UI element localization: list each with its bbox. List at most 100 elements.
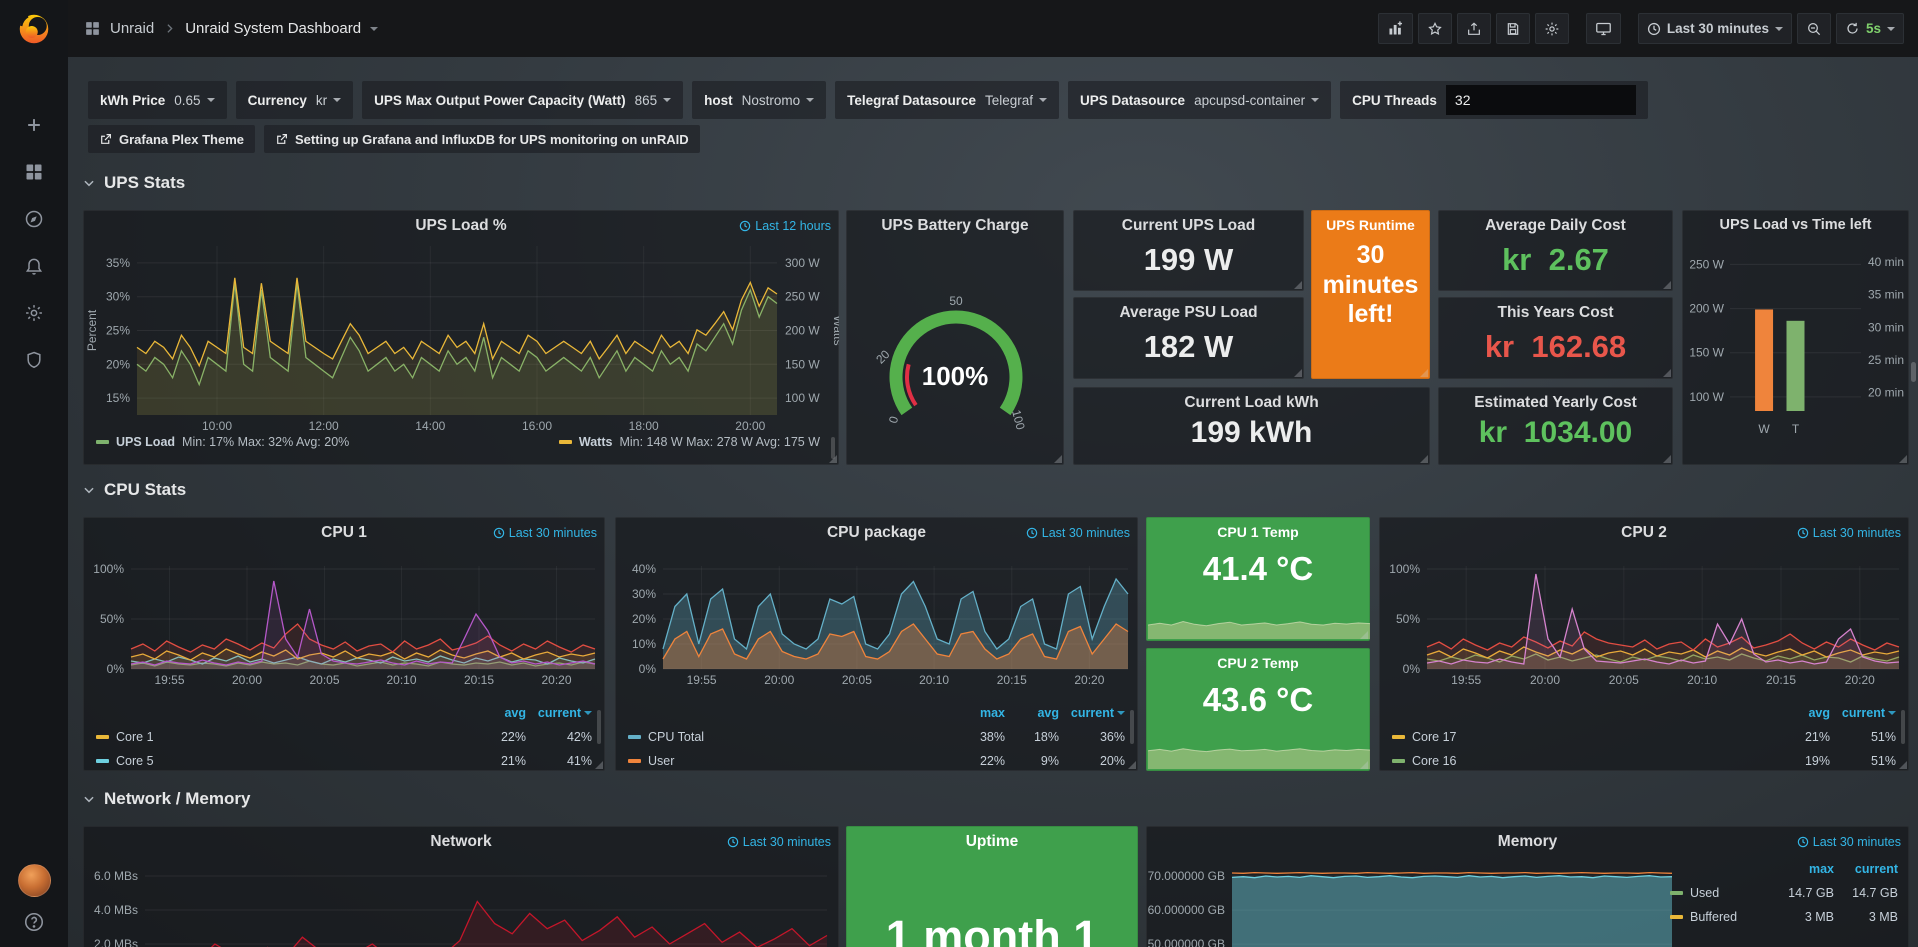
chevron-down-icon[interactable] [370,27,378,31]
resize-handle[interactable] [1663,281,1671,289]
save-button[interactable] [1496,13,1530,44]
resize-handle[interactable] [1360,631,1368,639]
grafana-logo[interactable] [0,0,68,57]
variable-currency[interactable]: Currency kr [236,81,354,119]
legend-sort-current[interactable]: current [1830,706,1896,720]
ups-load-vs-time-chart[interactable]: 100 W150 W200 W250 W20 min25 min30 min35… [1684,239,1909,449]
legend-scrollbar[interactable] [1130,710,1134,744]
breadcrumb-app[interactable]: Unraid [110,20,154,37]
network-chart[interactable]: 2.0 MBs4.0 MBs6.0 MBs [85,855,839,947]
variable-kwh-price[interactable]: kWh Price 0.65 [88,81,227,119]
panel-title[interactable]: Average Daily Cost [1465,217,1646,235]
cpu-package-chart[interactable]: 19:5520:0020:0520:1020:1520:200%10%20%30… [617,546,1138,706]
link-ups-monitoring-guide[interactable]: Setting up Grafana and InfluxDB for UPS … [264,125,700,153]
resize-handle[interactable] [1663,455,1671,463]
cpu2-chart[interactable]: 19:5520:0020:0520:1020:1520:200%50%100% [1381,546,1909,706]
legend-sort-avg[interactable]: avg [1005,706,1059,720]
legend-sort-avg[interactable]: avg [468,706,526,720]
resize-handle[interactable] [829,455,837,463]
panel-time-range[interactable]: Last 30 minutes [1797,835,1901,849]
chevron-down-icon[interactable] [1887,27,1895,31]
resize-handle[interactable] [595,761,603,769]
resize-handle[interactable] [1420,369,1428,377]
legend-item[interactable]: Used [1670,886,1772,900]
legend-item[interactable]: Buffered [1670,910,1772,924]
legend-scrollbar[interactable] [597,710,601,744]
panel-title[interactable]: UPS Runtime [1318,217,1423,233]
sidebar-item-configuration[interactable] [0,289,68,336]
panel-title[interactable]: Uptime [853,833,1131,851]
section-network-memory[interactable]: Network / Memory [82,789,250,809]
legend-sort-avg[interactable]: avg [1772,706,1830,720]
variable-ups-datasource[interactable]: UPS Datasource apcupsd-container [1068,81,1331,119]
apps-grid-icon[interactable] [84,20,101,37]
legend-item[interactable]: CPU Total [628,730,949,744]
panel-title[interactable]: Average PSU Load [1100,304,1277,322]
panel-title[interactable]: Current Load kWh [1100,394,1403,412]
panel-title[interactable]: UPS Battery Charge [853,217,1057,235]
memory-chart[interactable]: 50.000000 GB60.000000 GB70.000000 GB [1148,855,1678,947]
legend-item[interactable]: User [628,754,949,768]
legend-sort-current[interactable]: current [1059,706,1125,720]
sidebar-item-create[interactable] [0,101,68,148]
resize-handle[interactable] [1420,455,1428,463]
legend-item[interactable]: Core 5 [96,754,468,768]
section-ups-stats[interactable]: UPS Stats [82,173,185,193]
sidebar-item-dashboards[interactable] [0,148,68,195]
panel-time-range[interactable]: Last 30 minutes [727,835,831,849]
panel-title[interactable]: Current UPS Load [1100,217,1277,235]
refresh-button[interactable]: 5s [1836,13,1904,44]
link-grafana-plex-theme[interactable]: Grafana Plex Theme [88,125,255,153]
star-button[interactable] [1418,13,1452,44]
dashboard-settings-button[interactable] [1535,13,1569,44]
legend-item[interactable]: Watts Min: 148 W Max: 278 W Avg: 175 W [559,435,820,449]
share-button[interactable] [1457,13,1491,44]
page-scrollbar[interactable] [1911,362,1916,382]
sidebar-item-explore[interactable] [0,195,68,242]
user-avatar[interactable] [18,864,51,897]
legend-item[interactable]: UPS Load Min: 17% Max: 32% Avg: 20% [96,435,349,449]
legend-item[interactable]: Core 17 [1392,730,1772,744]
panel-title[interactable]: UPS Load vs Time left [1687,217,1904,233]
resize-handle[interactable] [1054,455,1062,463]
panel-title[interactable]: UPS Load % [110,217,812,235]
panel-title[interactable]: CPU 1 Temp [1153,524,1363,540]
resize-handle[interactable] [1128,761,1136,769]
legend-sort-max[interactable]: max [949,706,1005,720]
panel-time-range[interactable]: Last 12 hours [739,219,831,233]
sidebar-item-server-admin[interactable] [0,336,68,383]
cpu1-chart[interactable]: 19:5520:0020:0520:1020:1520:200%50%100% [85,546,605,706]
panel-time-range[interactable]: Last 30 minutes [1026,526,1130,540]
legend-item[interactable]: Core 16 [1392,754,1772,768]
cycle-view-button[interactable] [1586,13,1621,44]
legend-sort-current[interactable]: current [1834,862,1898,876]
panel-time-range[interactable]: Last 30 minutes [1797,526,1901,540]
legend-sort-current[interactable]: current [526,706,592,720]
resize-handle[interactable] [1899,455,1907,463]
panel-title[interactable]: Estimated Yearly Cost [1465,394,1646,412]
variable-host[interactable]: host Nostromo [692,81,826,119]
time-range-picker[interactable]: Last 30 minutes [1638,13,1792,44]
variable-ups-max-output[interactable]: UPS Max Output Power Capacity (Watt) 865 [362,81,683,119]
sidebar-item-alerting[interactable] [0,242,68,289]
panel-title[interactable]: CPU 2 Temp [1153,655,1363,671]
legend-sort-max[interactable]: max [1772,862,1834,876]
panel-title[interactable]: This Years Cost [1465,304,1646,322]
cpu-threads-input[interactable] [1446,85,1636,115]
help-button[interactable] [23,911,45,933]
add-panel-button[interactable] [1378,13,1413,44]
panel-title[interactable]: Network [110,833,812,851]
legend-scrollbar[interactable] [1901,710,1905,744]
resize-handle[interactable] [1294,281,1302,289]
battery-gauge[interactable]: 02050100 [848,239,1064,461]
panel-time-range[interactable]: Last 30 minutes [493,526,597,540]
variable-telegraf-datasource[interactable]: Telegraf Datasource Telegraf [835,81,1059,119]
resize-handle[interactable] [1360,761,1368,769]
ups-load-chart[interactable]: 10:0012:0014:0016:0018:0020:0015%20%25%3… [85,239,839,435]
section-cpu-stats[interactable]: CPU Stats [82,480,186,500]
legend-item[interactable]: Core 1 [96,730,468,744]
zoom-out-button[interactable] [1797,13,1831,44]
resize-handle[interactable] [1663,369,1671,377]
panel-title[interactable]: Memory [1173,833,1882,851]
resize-handle[interactable] [1899,761,1907,769]
